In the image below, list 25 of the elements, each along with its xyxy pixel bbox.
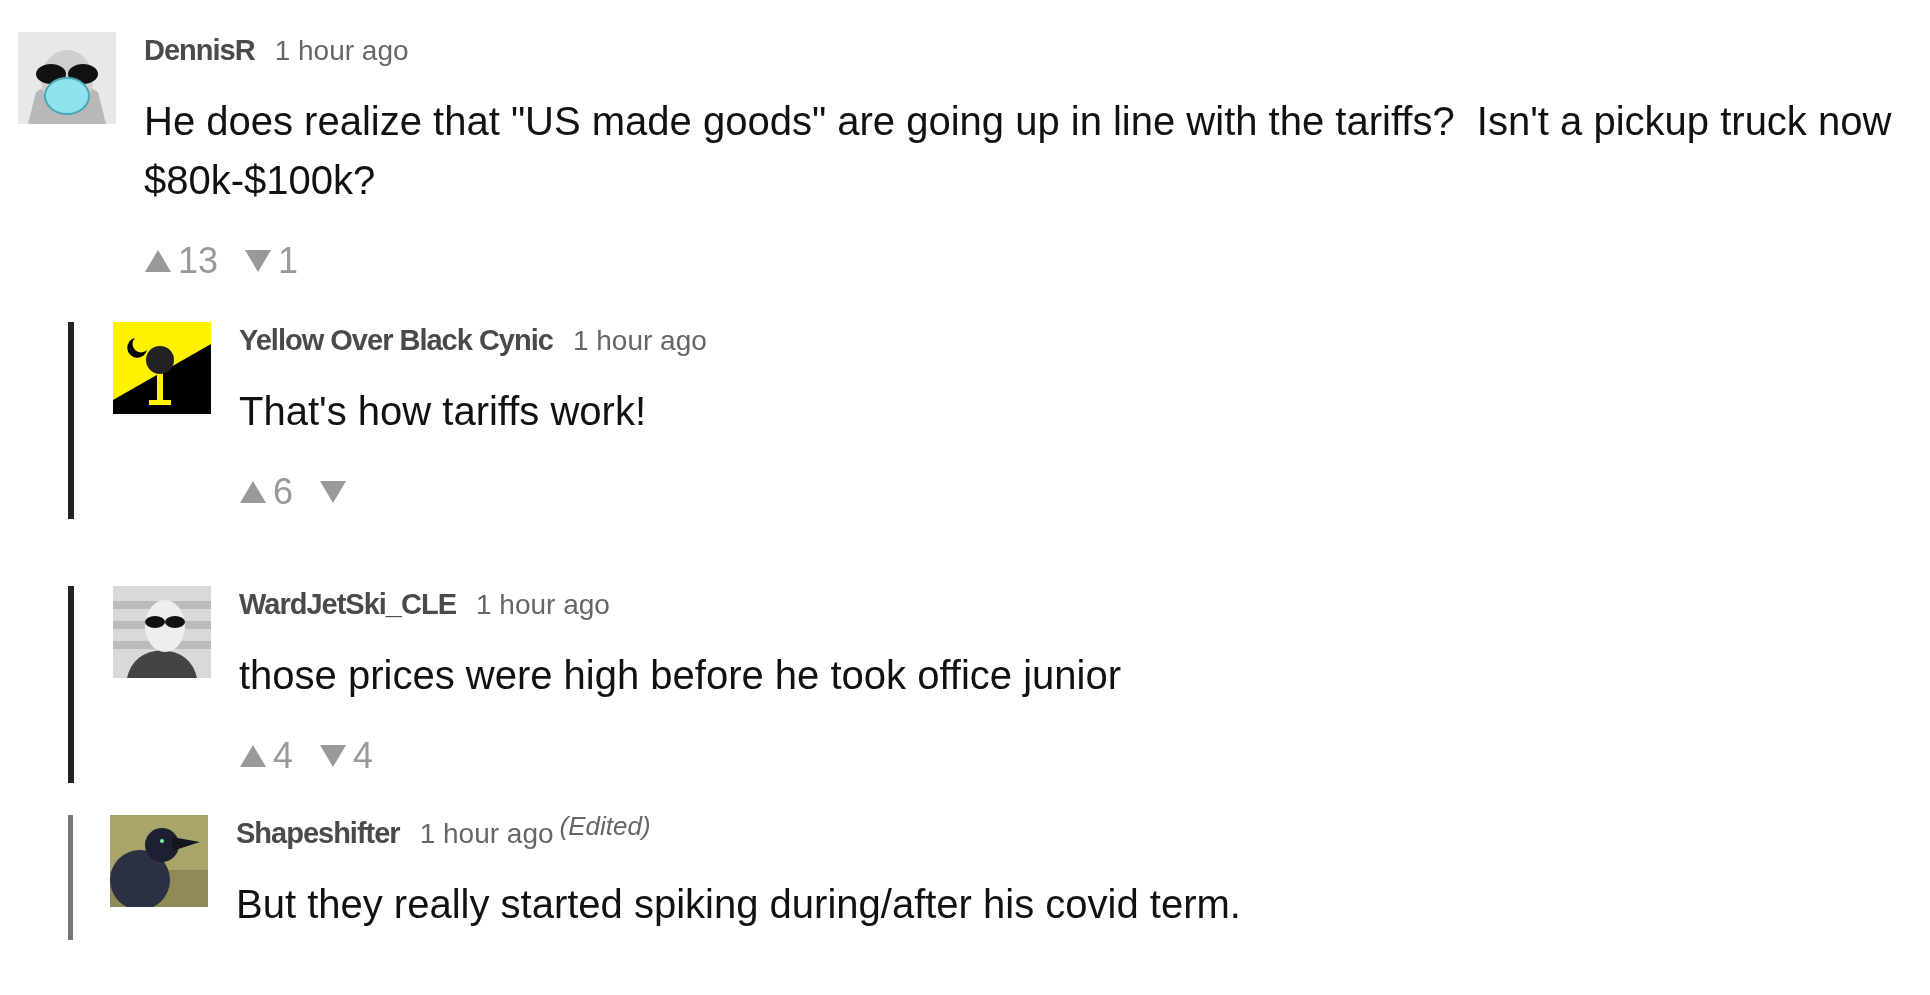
downvote-button[interactable]: 4: [319, 735, 374, 777]
downvote-button[interactable]: [319, 480, 348, 504]
timestamp: 1 hour ago: [419, 818, 554, 850]
downvote-icon: [319, 744, 348, 768]
downvote-icon: [244, 249, 273, 273]
downvote-button[interactable]: 1: [244, 240, 299, 282]
upvote-button[interactable]: 6: [239, 471, 294, 513]
timestamp: 1 hour ago: [274, 35, 409, 67]
author-name[interactable]: Yellow Over Black Cynic: [239, 324, 553, 357]
author-name[interactable]: Shapeshifter: [236, 817, 400, 850]
upvote-button[interactable]: 13: [144, 240, 219, 282]
upvote-icon: [144, 249, 172, 273]
timestamp: 1 hour ago: [476, 589, 610, 621]
comment-text: He does realize that "US made goods" are going up in line with the tariffs? Isn't a pickup truck now $80k-$100k?: [144, 98, 1892, 204]
author-name[interactable]: DennisR: [144, 34, 255, 67]
comment-text: That's how tariffs work!: [239, 388, 648, 435]
upvote-button[interactable]: 4: [239, 735, 294, 777]
comment-text: those prices were high before he took office junior: [239, 652, 1122, 699]
comment-text: But they really started spiking during/after his covid term.: [236, 881, 1242, 928]
upvote-icon: [239, 744, 267, 768]
downvote-icon: [319, 480, 348, 504]
upvote-icon: [239, 480, 267, 504]
timestamp: 1 hour ago: [572, 325, 707, 357]
edited-label: (Edited): [559, 811, 651, 842]
author-name[interactable]: WardJetSki_CLE: [239, 588, 456, 621]
